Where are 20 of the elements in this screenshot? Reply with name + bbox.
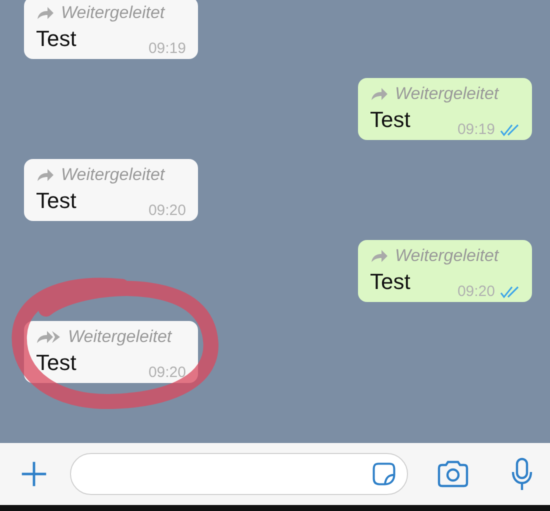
message-text: Test xyxy=(36,25,76,53)
forwarded-label: Weitergeleitet xyxy=(61,165,165,185)
message-text: Test xyxy=(370,268,410,296)
forwarded-label: Weitergeleitet xyxy=(68,327,172,347)
forwarded-label: Weitergeleitet xyxy=(395,84,499,104)
message-input[interactable] xyxy=(70,453,408,495)
message-time: 09:20 xyxy=(148,202,186,219)
message-time: 09:19 xyxy=(148,40,186,57)
message-text: Test xyxy=(36,187,76,215)
forwarded-label: Weitergeleitet xyxy=(395,246,499,266)
forwarded-label: Weitergeleitet xyxy=(61,3,165,23)
sticker-icon[interactable] xyxy=(371,461,397,487)
microphone-icon[interactable] xyxy=(510,457,534,491)
message-time: 09:20 xyxy=(457,283,495,300)
message-time: 09:20 xyxy=(148,364,186,381)
message-text: Test xyxy=(370,106,410,134)
add-icon[interactable] xyxy=(20,460,48,488)
camera-icon[interactable] xyxy=(436,460,470,488)
message-time: 09:19 xyxy=(457,121,495,138)
message-text: Test xyxy=(36,349,76,377)
